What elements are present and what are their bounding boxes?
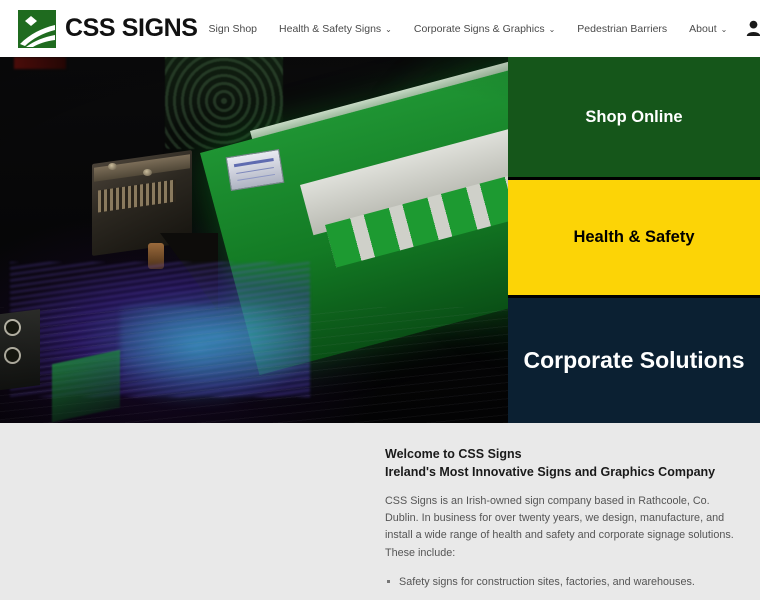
nav-item-sign-shop[interactable]: Sign Shop <box>198 17 268 41</box>
hero-tile-label: Health & Safety <box>573 228 695 246</box>
hero-section: Shop Online Health & Safety Corporate So… <box>0 57 760 423</box>
nav-label: Corporate Signs & Graphics <box>413 22 545 35</box>
chevron-down-icon: ⌄ <box>720 24 728 34</box>
nav-label: Health & Safety Signs <box>279 22 382 35</box>
welcome-heading-line-1: Welcome to CSS Signs <box>385 447 522 461</box>
main-navigation: Sign Shop Health & Safety Signs ⌄ Corpor… <box>198 17 760 41</box>
list-item: Safety signs for construction sites, fac… <box>385 574 740 591</box>
hero-tile-label: Shop Online <box>585 107 683 126</box>
services-list: Safety signs for construction sites, fac… <box>385 574 740 600</box>
chevron-down-icon: ⌄ <box>548 24 556 34</box>
brand-name: CSS SIGNS <box>65 14 198 42</box>
hero-tile-column: Shop Online Health & Safety Corporate So… <box>508 57 760 423</box>
hero-tile-health-safety[interactable]: Health & Safety <box>508 180 760 295</box>
site-header: CSS SIGNS Sign Shop Health & Safety Sign… <box>0 0 760 57</box>
nav-item-health-safety-signs[interactable]: Health & Safety Signs ⌄ <box>268 17 403 41</box>
hero-tile-corporate-solutions[interactable]: Corporate Solutions <box>508 298 760 423</box>
nav-item-pedestrian-barriers[interactable]: Pedestrian Barriers <box>566 17 678 41</box>
welcome-heading-line-2: Ireland's Most Innovative Signs and Grap… <box>385 464 716 479</box>
chevron-down-icon: ⌄ <box>385 24 392 34</box>
person-icon[interactable] <box>746 20 760 37</box>
nav-item-about[interactable]: About ⌄ <box>678 17 738 41</box>
welcome-section: Welcome to CSS Signs Ireland's Most Inno… <box>0 423 760 600</box>
nav-label: Pedestrian Barriers <box>577 22 668 35</box>
hero-tile-label: Corporate Solutions <box>523 347 745 373</box>
header-icon-group: 0 <box>746 17 760 41</box>
brand-logo-link[interactable]: CSS SIGNS <box>18 9 198 48</box>
css-signs-logo-icon <box>18 9 56 48</box>
nav-label: Sign Shop <box>208 22 258 35</box>
nav-item-corporate-signs-graphics[interactable]: Corporate Signs & Graphics ⌄ <box>403 17 566 41</box>
welcome-intro-paragraph: CSS Signs is an Irish-owned sign company… <box>385 494 734 559</box>
nav-label: About <box>689 22 717 35</box>
hero-tile-shop-online[interactable]: Shop Online <box>508 57 760 177</box>
